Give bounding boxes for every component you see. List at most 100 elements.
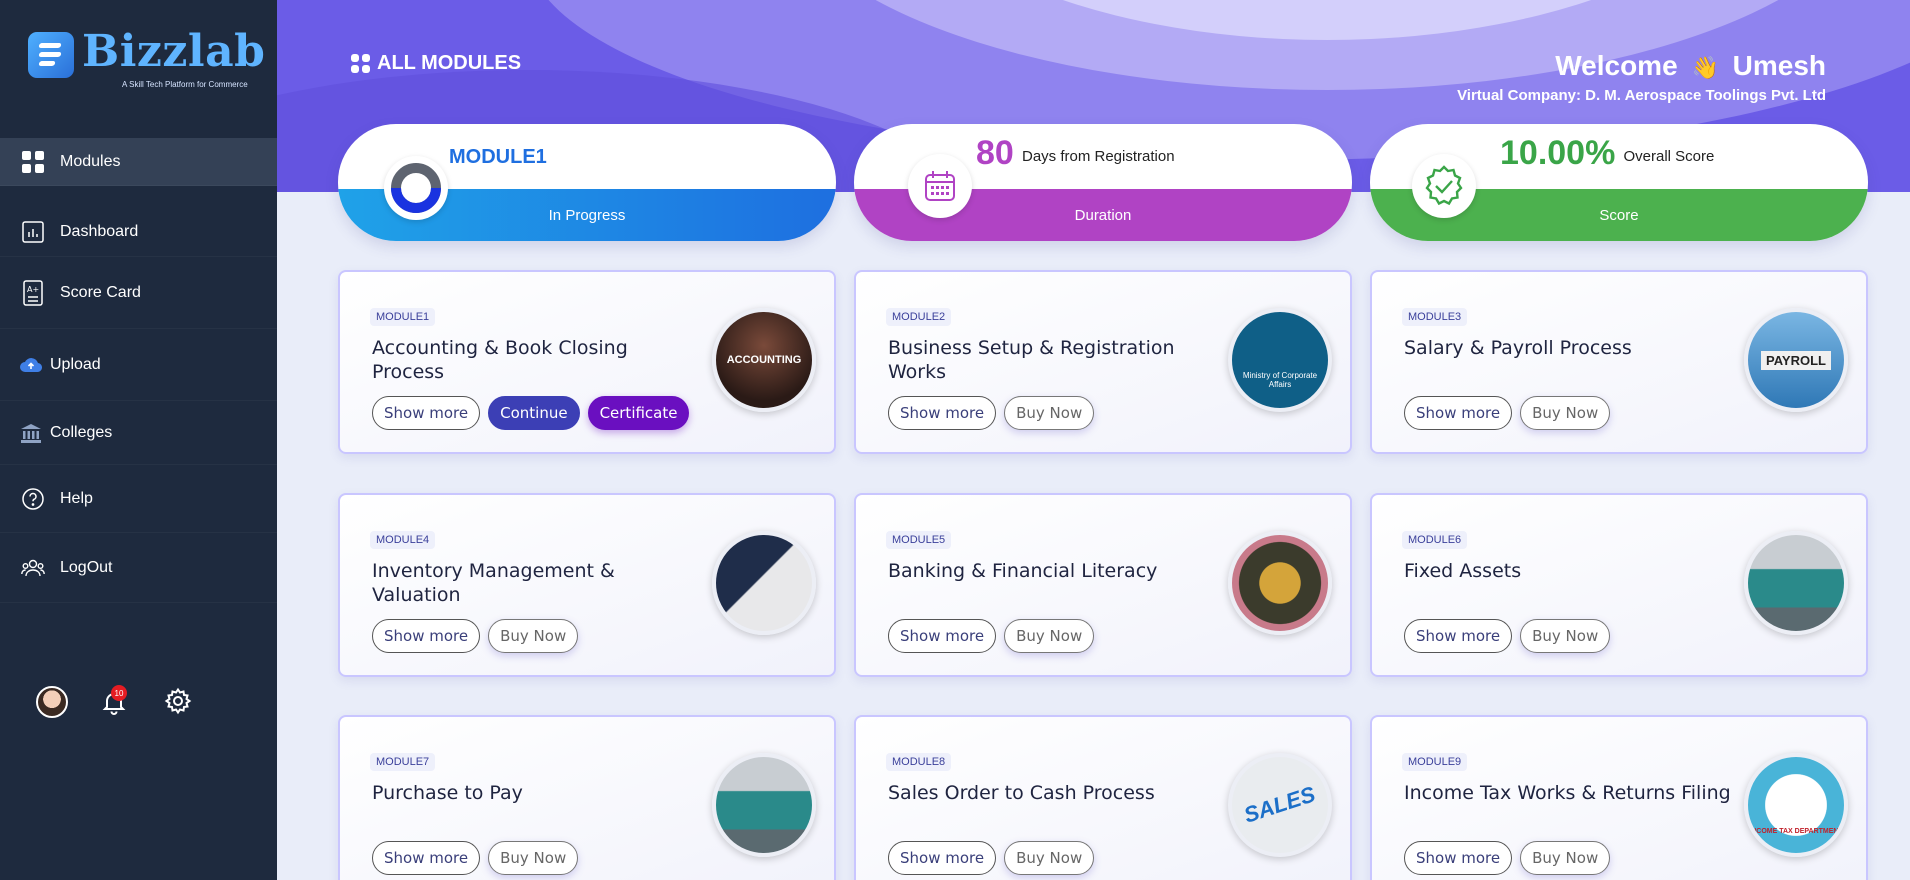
page-title: ALL MODULES: [351, 52, 521, 75]
sidebar: Bizzlab A Skill Tech Platform for Commer…: [0, 0, 277, 880]
module-card: MODULE6 Fixed Assets Show more Buy Now: [1370, 493, 1868, 677]
module-title: Inventory Management & Valuation: [372, 560, 615, 606]
duration-value: 80: [976, 134, 1014, 172]
module-tag: MODULE4: [370, 531, 436, 549]
image-text: Ministry of Corporate Affairs: [1242, 371, 1318, 389]
progress-ring: [384, 156, 448, 220]
logo-icon: [28, 32, 74, 78]
stat-card-duration: Duration 80 Days from Registration: [854, 124, 1352, 241]
module-title: Purchase to Pay: [372, 782, 523, 804]
income-tax-emblem-image: INCOME TAX DEPARTMENT: [1744, 753, 1848, 857]
stat-card-module: In Progress MODULE1: [338, 124, 836, 241]
payroll-image: PAYROLL: [1744, 308, 1848, 412]
module-card: MODULE8 Sales Order to Cash Process Show…: [854, 715, 1352, 880]
business-people-image: [712, 531, 816, 635]
module-card: MODULE9 Income Tax Works & Returns Filin…: [1370, 715, 1868, 880]
buy-now-button[interactable]: Buy Now: [488, 841, 579, 875]
sidebar-item-label: Score Card: [60, 283, 141, 301]
stat-card-score: Score 10.00% Overall Score: [1370, 124, 1868, 241]
sidebar-item-colleges[interactable]: Colleges: [0, 401, 277, 465]
badge-check-icon: [1412, 154, 1476, 218]
grid-icon: [351, 53, 371, 74]
sidebar-item-upload[interactable]: Upload: [0, 329, 277, 401]
buy-now-button[interactable]: Buy Now: [1004, 619, 1095, 653]
rbi-note-image: [1228, 531, 1332, 635]
sidebar-item-label: Modules: [60, 152, 121, 170]
svg-text:A+: A+: [27, 285, 39, 294]
module-tag: MODULE8: [886, 753, 952, 771]
module-tag: MODULE2: [886, 308, 952, 326]
module-title: Salary & Payroll Process: [1404, 337, 1632, 359]
buy-now-button[interactable]: Buy Now: [1520, 841, 1611, 875]
show-more-button[interactable]: Show more: [1404, 396, 1513, 430]
sidebar-item-label: Dashboard: [60, 222, 139, 240]
grid-icon: [20, 149, 46, 175]
sidebar-item-label: Help: [60, 489, 93, 507]
module-card: MODULE2 Business Setup & Registration Wo…: [854, 270, 1352, 454]
brand-tagline: A Skill Tech Platform for Commerce: [122, 80, 248, 89]
chart-icon: [20, 219, 46, 245]
module-title: Banking & Financial Literacy: [888, 560, 1158, 582]
module-card: MODULE3 Salary & Payroll Process Show mo…: [1370, 270, 1868, 454]
college-icon: [20, 420, 42, 446]
score-value: 10.00%: [1500, 134, 1616, 172]
accounting-image: ACCOUNTING: [712, 308, 816, 412]
module-title: Accounting & Book Closing Process: [372, 337, 628, 383]
buy-now-button[interactable]: Buy Now: [1520, 396, 1611, 430]
brand-name: Bizzlab: [82, 26, 266, 77]
welcome-text: Welcome: [1555, 50, 1678, 81]
certificate-button[interactable]: Certificate: [587, 396, 690, 430]
module-tag: MODULE9: [1402, 753, 1468, 771]
show-more-button[interactable]: Show more: [888, 841, 997, 875]
image-text: ACCOUNTING: [726, 354, 802, 366]
sidebar-item-label: LogOut: [60, 558, 113, 576]
current-module-title: MODULE1: [449, 146, 547, 168]
module-tag: MODULE5: [886, 531, 952, 549]
module-title: Sales Order to Cash Process: [888, 782, 1155, 804]
sidebar-item-score-card[interactable]: A+ Score Card: [0, 257, 277, 329]
sidebar-item-dashboard[interactable]: Dashboard: [0, 207, 277, 257]
ministry-emblem-image: Ministry of Corporate Affairs: [1228, 308, 1332, 412]
help-icon: [20, 486, 46, 512]
sales-image: SALES: [1228, 753, 1332, 857]
image-text: SALES: [1241, 781, 1319, 828]
score-text: Overall Score: [1623, 148, 1715, 165]
show-more-button[interactable]: Show more: [888, 619, 997, 653]
buy-now-button[interactable]: Buy Now: [1520, 619, 1611, 653]
duration-label: 80 Days from Registration: [976, 134, 1175, 173]
calendar-icon: [908, 154, 972, 218]
welcome-message: Welcome 👋 Umesh: [1555, 50, 1826, 82]
sidebar-item-modules[interactable]: Modules: [0, 138, 277, 186]
image-text: INCOME TAX DEPARTMENT: [1749, 828, 1843, 835]
buy-now-button[interactable]: Buy Now: [1004, 841, 1095, 875]
show-more-button[interactable]: Show more: [372, 396, 481, 430]
duration-text: Days from Registration: [1022, 148, 1175, 165]
show-more-button[interactable]: Show more: [1404, 841, 1513, 875]
show-more-button[interactable]: Show more: [372, 619, 481, 653]
sidebar-item-logout[interactable]: LogOut: [0, 533, 277, 603]
module-title: Income Tax Works & Returns Filing: [1404, 782, 1731, 804]
module-card: MODULE1 Accounting & Book Closing Proces…: [338, 270, 836, 454]
sidebar-footer: 10: [0, 682, 277, 722]
sidebar-item-help[interactable]: Help: [0, 465, 277, 533]
module-tag: MODULE6: [1402, 531, 1468, 549]
score-label: 10.00% Overall Score: [1500, 134, 1714, 173]
sidebar-item-label: Upload: [50, 355, 101, 373]
module-title: Fixed Assets: [1404, 560, 1522, 582]
sidebar-nav: Modules Dashboard A+ Score Card Upload C: [0, 138, 277, 603]
continue-button[interactable]: Continue: [488, 396, 580, 430]
notification-badge: 10: [111, 685, 127, 701]
show-more-button[interactable]: Show more: [1404, 619, 1513, 653]
brand-logo[interactable]: Bizzlab A Skill Tech Platform for Commer…: [28, 26, 265, 90]
gear-icon[interactable]: [164, 687, 192, 715]
sidebar-item-label: Colleges: [50, 423, 113, 441]
module-tag: MODULE7: [370, 753, 436, 771]
show-more-button[interactable]: Show more: [888, 396, 997, 430]
avatar[interactable]: [36, 686, 68, 718]
buy-now-button[interactable]: Buy Now: [488, 619, 579, 653]
show-more-button[interactable]: Show more: [372, 841, 481, 875]
page-title-text: ALL MODULES: [377, 52, 522, 74]
cloud-upload-icon: [20, 352, 42, 378]
buy-now-button[interactable]: Buy Now: [1004, 396, 1095, 430]
module-tag: MODULE3: [1402, 308, 1468, 326]
